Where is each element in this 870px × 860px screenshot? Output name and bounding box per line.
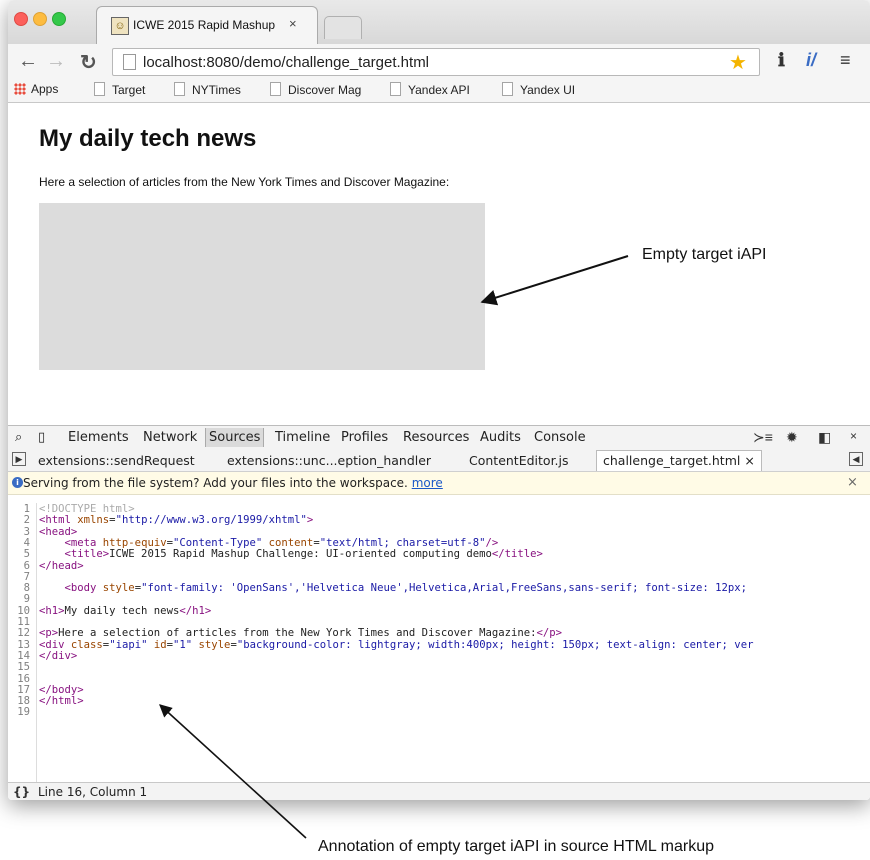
page-icon [502,82,513,96]
url-text: localhost:8080/demo/challenge_target.htm… [143,54,430,71]
page-icon [390,82,401,96]
favicon-icon: ☺ [111,17,129,35]
bookmark-star-icon[interactable]: ★ [729,50,747,75]
page-intro: Here a selection of articles from the Ne… [39,175,450,189]
dock-icon[interactable]: ◧ [818,429,831,446]
tab-profiles[interactable]: Profiles [341,430,388,445]
tab-network[interactable]: Network [143,430,197,445]
line-number[interactable]: 15 [8,662,30,673]
bookmark-apps[interactable]: Apps [14,82,58,96]
infobar-close-icon[interactable]: × [847,475,858,490]
pretty-print-icon[interactable]: {} [13,785,30,799]
code-text: <html xmlns="http://www.w3.org/1999/xhtm… [39,514,314,527]
page-icon [174,82,185,96]
browser-tab-active[interactable]: ☺ ICWE 2015 Rapid Mashup × [96,6,318,45]
bookmark-yandex-api[interactable]: Yandex API [390,82,470,97]
line-number[interactable]: 19 [8,707,30,718]
apps-grid-icon [14,83,26,95]
page-icon [123,54,136,70]
minimize-window-button[interactable] [33,12,47,26]
code-text: </div> [39,649,78,662]
code-text: <title>ICWE 2015 Rapid Mashup Challenge:… [64,548,543,561]
file-tab-sendrequest[interactable]: extensions::sendRequest [38,453,195,468]
console-drawer-icon[interactable]: ≻≡ [753,429,773,446]
line-number[interactable]: 6 [8,560,30,572]
code-text: <div class="iapi" id="1" style="backgrou… [39,638,754,651]
new-tab-button[interactable] [324,16,362,39]
bookmark-discover-mag[interactable]: Discover Mag [270,82,361,97]
show-debugger-icon[interactable]: ◀ [849,452,863,466]
source-editor[interactable]: 1 <!DOCTYPE html> 2 <html xmlns="http://www… [8,495,870,783]
tab-timeline[interactable]: Timeline [275,430,330,445]
device-mode-icon[interactable]: ▯ [38,430,45,445]
tab-close-icon[interactable]: × [289,16,297,31]
search-icon[interactable]: ⌕ [15,430,22,445]
line-number[interactable]: 3 [8,526,30,538]
code-text: <h1>My daily tech news</h1> [39,604,212,617]
line-number[interactable]: 13 [8,639,30,651]
bookmark-target[interactable]: Target [94,82,145,97]
show-navigator-icon[interactable]: ▶ [12,452,26,466]
extension-i-icon[interactable]: ℹ [778,50,785,71]
tab-elements[interactable]: Elements [68,430,129,445]
annotation-top: Empty target iAPI [642,246,767,263]
tab-title: ICWE 2015 Rapid Mashup [133,18,276,32]
settings-gear-icon[interactable]: ✹ [786,429,798,446]
code-text: </html> [39,695,84,708]
code-text: <body style="font-family: 'OpenSans','He… [64,582,747,595]
line-number[interactable]: 5 [8,549,30,560]
file-tab-exception-handler[interactable]: extensions::unc...eption_handler [227,453,431,468]
tab-audits[interactable]: Audits [480,430,521,445]
close-window-button[interactable] [14,12,28,26]
file-tabbar: ▶ extensions::sendRequest extensions::un… [8,449,870,472]
devtools-panel: ⌕ ▯ Elements Network Sources Timeline Pr… [8,425,870,800]
devtools-statusbar: {} Line 16, Column 1 [8,782,870,800]
browser-window: ☺ ICWE 2015 Rapid Mashup × ← → ↻ localho… [8,0,870,800]
extension-iapi-icon[interactable]: i/ [806,50,816,71]
bookmarks-bar: Apps Target NYTimes Discover Mag Yandex … [8,78,870,103]
workspace-infobar: i Serving from the file system? Add your… [8,472,870,495]
address-bar[interactable]: localhost:8080/demo/challenge_target.htm… [112,48,760,76]
tab-sources[interactable]: Sources [205,428,265,447]
browser-toolbar: ← → ↻ localhost:8080/demo/challenge_targ… [8,44,870,78]
tab-console[interactable]: Console [534,430,586,445]
menu-icon[interactable]: ≡ [840,50,851,71]
page-content: My daily tech news Here a selection of a… [8,103,870,425]
bookmark-yandex-ui[interactable]: Yandex UI [502,82,575,97]
line-number[interactable]: 16 [8,673,30,685]
reload-icon[interactable]: ↻ [80,50,97,75]
page-icon [270,82,281,96]
empty-target-iapi[interactable] [39,203,485,370]
forward-arrow-icon[interactable]: → [46,50,66,73]
tab-resources[interactable]: Resources [403,430,469,445]
back-arrow-icon[interactable]: ← [18,50,38,73]
devtools-close-icon[interactable]: × [850,429,857,443]
tab-strip: ☺ ICWE 2015 Rapid Mashup × [8,0,870,45]
line-number[interactable]: 2 [8,515,30,526]
devtools-tabbar: ⌕ ▯ Elements Network Sources Timeline Pr… [8,425,870,450]
cursor-position: Line 16, Column 1 [38,785,148,799]
infobar-message: Serving from the file system? Add your f… [23,476,443,490]
zoom-window-button[interactable] [52,12,66,26]
file-tab-contenteditor[interactable]: ContentEditor.js [469,453,569,468]
line-number[interactable]: 12 [8,628,30,639]
page-icon [94,82,105,96]
code-text: </head> [39,559,84,572]
info-icon: i [12,477,23,488]
more-link[interactable]: more [412,476,443,490]
annotation-bottom: Annotation of empty target iAPI in sourc… [318,838,715,855]
line-number[interactable]: 9 [8,594,30,605]
page-heading: My daily tech news [39,125,257,152]
bookmark-nytimes[interactable]: NYTimes [174,82,241,97]
file-tab-challenge-target[interactable]: challenge_target.html × [596,450,762,471]
